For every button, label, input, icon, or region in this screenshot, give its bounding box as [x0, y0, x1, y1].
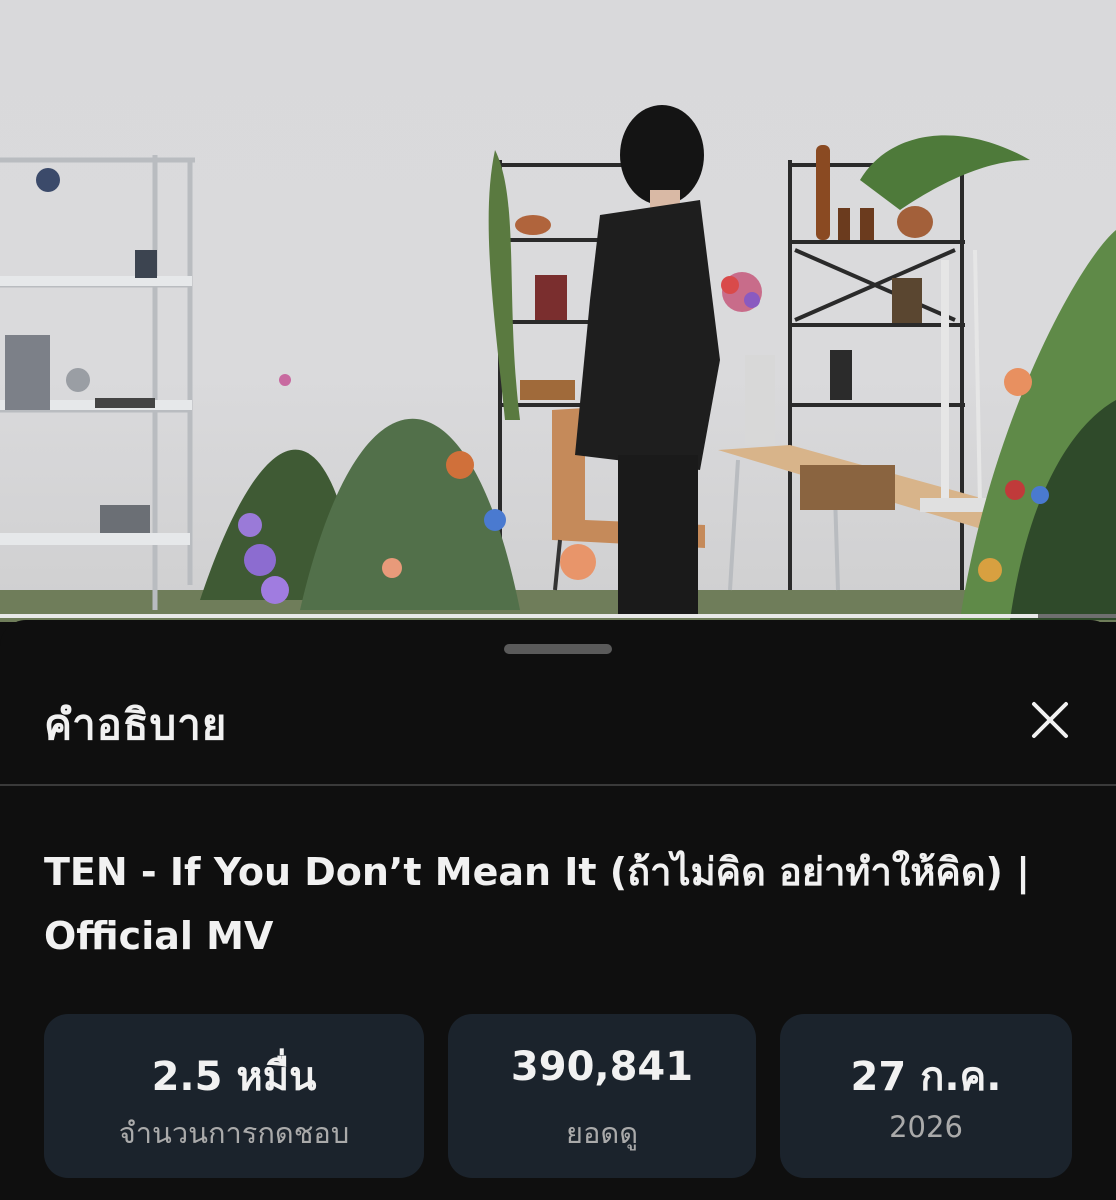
video-player[interactable] — [0, 0, 1116, 622]
likes-count: 2.5 หมื่น — [151, 1054, 317, 1100]
header-divider — [0, 784, 1116, 786]
likes-label: จำนวนการกดชอบ — [118, 1116, 350, 1150]
video-progress-fill — [0, 614, 1038, 618]
sheet-title: คำอธิบาย — [44, 700, 228, 749]
video-title: TEN - If You Don’t Mean It (ถ้าไม่คิด อย… — [44, 850, 1030, 958]
description-sheet: คำอธิบาย TEN - If You Don’t Mean It (ถ้า… — [0, 620, 1116, 1200]
views-stat-card: 390,841 ยอดดู — [448, 1014, 756, 1178]
views-label: ยอดดู — [565, 1116, 639, 1150]
date-stat-card: 27 ก.ค. 2026 — [780, 1014, 1072, 1178]
drag-handle[interactable] — [504, 644, 612, 654]
video-progress-bar[interactable] — [0, 614, 1116, 618]
views-count: 390,841 — [510, 1044, 694, 1090]
publish-year: 2026 — [889, 1110, 963, 1144]
likes-stat-card: 2.5 หมื่น จำนวนการกดชอบ — [44, 1014, 424, 1178]
close-icon — [1032, 702, 1068, 738]
close-button[interactable] — [1022, 692, 1078, 748]
publish-date: 27 ก.ค. — [850, 1054, 1002, 1100]
video-frame-illustration — [0, 105, 1116, 622]
